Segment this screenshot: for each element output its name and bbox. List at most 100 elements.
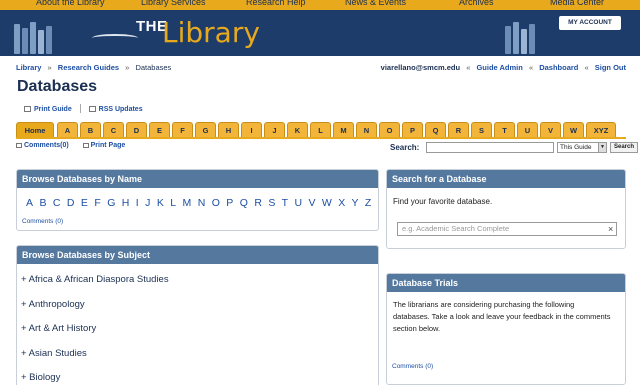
printer-icon [82,143,89,148]
database-search-input[interactable]: e.g. Academic Search Complete [397,222,617,236]
tab-l[interactable]: L [310,122,331,137]
tab-a[interactable]: A [57,122,78,137]
letter-r[interactable]: R [254,197,262,209]
letter-e[interactable]: E [81,197,88,209]
logo-library[interactable]: Library [162,18,260,48]
tab-u[interactable]: U [517,122,538,137]
letter-z[interactable]: Z [365,197,371,209]
browse-by-subject-title: Browse Databases by Subject [17,246,378,264]
top-nav-media[interactable]: Media Center [550,0,604,8]
tab-xyz[interactable]: XYZ [586,122,616,137]
letter-s[interactable]: S [268,197,275,209]
tab-e[interactable]: E [149,122,170,137]
letter-d[interactable]: D [67,197,75,209]
user-email: viarellano@smcm.edu [380,63,461,72]
letter-q[interactable]: Q [240,197,248,209]
clear-icon[interactable]: × [608,222,613,236]
subject-item[interactable]: + Biology [21,372,169,385]
sign-out-link[interactable]: Sign Out [595,63,626,72]
tab-k[interactable]: K [287,122,308,137]
rss-updates-link[interactable]: RSS Updates [99,106,143,113]
letter-l[interactable]: L [170,197,176,209]
search-scope-select[interactable]: This Guide ▼ [557,142,607,153]
letter-b[interactable]: B [39,197,46,209]
top-nav-research-help[interactable]: Research Help [246,0,306,8]
database-trials-text: The librarians are considering purchasin… [393,300,611,333]
letter-c[interactable]: C [53,197,61,209]
letter-u[interactable]: U [294,197,302,209]
tab-r[interactable]: R [448,122,469,137]
guide-tools: Print Guide RSS Updates [24,104,143,113]
letter-i[interactable]: I [136,197,139,209]
sub-bar: Comments(0) Print Page Search: This Guid… [16,142,638,155]
tab-s[interactable]: S [471,122,492,137]
top-nav-services[interactable]: Library Services [141,0,206,8]
top-nav: About the Library Library Services Resea… [0,0,640,10]
tab-g[interactable]: G [195,122,216,137]
letter-m[interactable]: M [183,197,192,209]
tab-m[interactable]: M [333,122,354,137]
tab-d[interactable]: D [126,122,147,137]
subject-item[interactable]: + Art & Art History [21,323,169,348]
tab-c[interactable]: C [103,122,124,137]
subject-item[interactable]: + Asian Studies [21,348,169,373]
my-account-button[interactable]: MY ACCOUNT [559,16,621,30]
letter-h[interactable]: H [122,197,130,209]
search-database-box: Search for a Database Find your favorite… [386,169,626,249]
search-label: Search: [390,143,420,152]
tab-n[interactable]: N [356,122,377,137]
comments-link[interactable]: Comments(0) [24,142,69,149]
tab-v[interactable]: V [540,122,561,137]
top-nav-archives[interactable]: Archives [459,0,494,8]
top-nav-about[interactable]: About the Library [36,0,105,8]
tab-home[interactable]: Home [16,122,54,137]
printer-icon [24,106,31,112]
tab-t[interactable]: T [494,122,515,137]
breadcrumb-library[interactable]: Library [16,63,41,72]
search-scope-value: This Guide [560,144,592,151]
guide-search-input[interactable] [426,142,554,153]
search-button[interactable]: Search [610,142,638,153]
letter-j[interactable]: J [145,197,150,209]
comment-icon [16,143,22,148]
letter-f[interactable]: F [94,197,100,209]
letter-x[interactable]: X [338,197,345,209]
books-left-icon [14,20,64,54]
tab-w[interactable]: W [563,122,584,137]
breadcrumb: Library » Research Guides » Databases [16,63,172,72]
tab-j[interactable]: J [264,122,285,137]
tab-bar: Home A B C D E F G H I J K L M N O P Q R… [16,122,626,139]
tab-p[interactable]: P [402,122,423,137]
tab-f[interactable]: F [172,122,193,137]
print-guide-link[interactable]: Print Guide [34,106,72,113]
tab-b[interactable]: B [80,122,101,137]
top-nav-news[interactable]: News & Events [345,0,406,8]
letter-o[interactable]: O [212,197,220,209]
tab-o[interactable]: O [379,122,400,137]
breadcrumb-current: Databases [135,63,172,72]
database-trials-box: Database Trials The librarians are consi… [386,273,626,385]
breadcrumb-research-guides[interactable]: Research Guides [58,63,119,72]
dashboard-link[interactable]: Dashboard [539,63,578,72]
rss-icon [88,106,96,112]
guide-admin-link[interactable]: Guide Admin [476,63,522,72]
browse-name-comments-link[interactable]: Comments (0) [22,218,63,225]
letter-y[interactable]: Y [351,197,358,209]
letter-t[interactable]: T [282,197,288,209]
tab-i[interactable]: I [241,122,262,137]
tab-q[interactable]: Q [425,122,446,137]
letter-g[interactable]: G [107,197,115,209]
letter-k[interactable]: K [157,197,164,209]
trials-comments-link[interactable]: Comments (0) [392,363,433,370]
search-database-title: Search for a Database [387,170,625,188]
letter-a[interactable]: A [26,197,33,209]
site-banner: THE Library MY ACCOUNT [0,10,640,56]
letter-v[interactable]: V [308,197,315,209]
letter-p[interactable]: P [226,197,233,209]
letter-n[interactable]: N [198,197,206,209]
tab-h[interactable]: H [218,122,239,137]
print-page-link[interactable]: Print Page [91,142,126,149]
letter-w[interactable]: W [322,197,332,209]
subject-item[interactable]: + Anthropology [21,299,169,324]
subject-item[interactable]: + Africa & African Diaspora Studies [21,274,169,299]
